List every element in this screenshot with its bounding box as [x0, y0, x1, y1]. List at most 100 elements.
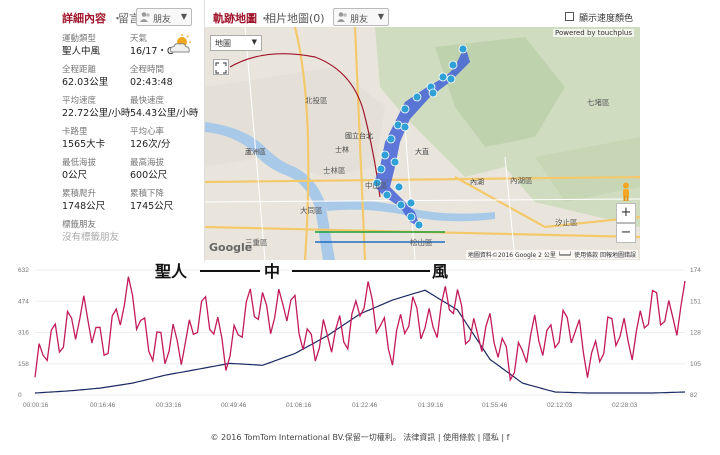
stat-item: 全程時間 02:43:48 [130, 65, 192, 89]
title-rule [200, 270, 260, 272]
map-place-label: 士林區 [323, 166, 346, 175]
stat-value: 54.43公里/小時 [130, 108, 199, 119]
route-marker[interactable] [380, 150, 390, 160]
stat-value: 1565大卡 [62, 139, 106, 150]
speed-color-checkbox[interactable] [565, 12, 574, 21]
route-marker[interactable] [406, 198, 416, 208]
powered-by-label: Powered by touchplus [552, 29, 634, 37]
right-axis-tick: 105 [690, 361, 701, 368]
friend-select-label: 朋友 [153, 15, 172, 25]
map-place-label: 汐止區 [555, 218, 578, 227]
x-axis-tick: 01:06:16 [286, 402, 312, 409]
map-type-label: 地圖 [215, 39, 231, 48]
chevron-down-icon: ▼ [180, 12, 187, 21]
x-axis-tick: 00:33:16 [156, 402, 182, 409]
map-place-label: 大直 [415, 148, 429, 156]
route-marker[interactable] [414, 220, 424, 230]
route-marker[interactable] [394, 182, 404, 192]
stat-label: 標籤朋友 [62, 220, 97, 230]
right-axis-tick: 128 [690, 330, 701, 337]
zoom-in-button[interactable]: + [616, 203, 636, 223]
stat-label: 累積下降 [130, 189, 165, 199]
stat-item: 平均速度 22.72公里/小時 [62, 96, 131, 120]
x-axis-tick: 01:22:46 [352, 402, 378, 409]
route-marker[interactable] [438, 72, 448, 82]
google-logo: Google [209, 241, 253, 254]
stat-label: 全程時間 [130, 65, 165, 75]
left-axis-tick: 0 [18, 392, 22, 399]
map-place-label: 中山區 [365, 181, 388, 190]
route-marker[interactable] [446, 74, 456, 84]
stat-item: 運動類型 聖人中風 [62, 34, 124, 58]
chart-title-part-1: 聖人 [155, 262, 188, 281]
right-axis-tick: 174 [690, 267, 701, 274]
left-axis-tick: 158 [18, 361, 29, 368]
route-marker[interactable] [386, 134, 396, 144]
friends-icon [337, 12, 347, 22]
photo-map-tab[interactable]: 相片地圖(0) [265, 10, 325, 26]
chart-title-part-2: 中 [264, 262, 281, 281]
stat-label: 平均心率 [130, 127, 165, 137]
details-tab[interactable]: 詳細內容 [62, 10, 106, 26]
track-map-tab[interactable]: 軌跡地圖 [213, 10, 257, 26]
right-axis-tick: 151 [690, 298, 701, 305]
pegman-icon[interactable] [620, 182, 632, 202]
stat-value: 22.72公里/小時 [62, 108, 131, 119]
map-place-label: 國立台北 [345, 132, 373, 140]
stat-value: 1745公尺 [130, 201, 174, 212]
cloudy-sun-icon [169, 34, 191, 53]
x-axis-tick: 02:28:03 [612, 402, 638, 409]
stat-value: 1748公尺 [62, 201, 106, 212]
route-marker[interactable] [382, 190, 392, 200]
route-marker[interactable] [400, 104, 410, 114]
stat-value: 聖人中風 [62, 46, 101, 57]
x-axis-tick: 00:16:46 [90, 402, 116, 409]
stat-label: 平均速度 [62, 96, 97, 106]
x-axis-tick: 01:39:16 [418, 402, 444, 409]
map-place-label: 大同區 [300, 206, 323, 215]
stat-item: 平均心率 126次/分 [130, 127, 192, 151]
map-canvas[interactable]: 北投區 士林區 大同區 中山區 松山區 內湖區 汐止區 七堵區 三重區 蘆洲區 國立台北 大直 內湖 士林… [205, 27, 640, 260]
route-marker[interactable] [400, 122, 410, 132]
title-rule [292, 270, 430, 272]
map-header: 軌跡地圖 ・ 相片地圖(0) [205, 6, 640, 28]
route-marker[interactable] [390, 157, 400, 167]
route-marker[interactable] [396, 200, 406, 210]
route-marker[interactable] [406, 212, 416, 222]
route-marker[interactable] [376, 164, 386, 174]
x-axis-tick: 00:49:46 [221, 402, 247, 409]
stat-value: 0公尺 [62, 170, 88, 181]
map-place-label: 松山區 [410, 238, 433, 247]
left-axis-tick: 316 [18, 330, 29, 337]
map-place-label: 內湖區 [510, 176, 533, 185]
route-marker[interactable] [458, 44, 468, 54]
route-marker[interactable] [448, 60, 458, 70]
fullscreen-button[interactable] [213, 59, 229, 75]
track-map-panel: 軌跡地圖 ・ 相片地圖(0) 朋友 ▼ 北投區 士林區 大同區 中山區 松山區 … [205, 0, 640, 262]
map-attribution: 地圖資料©2016 Google 2 公里 ┕━━┙ 使用條款 回報地圖錯誤 [465, 250, 638, 259]
right-axis-tick: 82 [690, 392, 698, 399]
heart-rate-line [34, 276, 686, 382]
map-place-label: 蘆洲區 [245, 148, 266, 156]
map-place-label: 內湖 [470, 178, 484, 186]
map-type-select[interactable]: 地圖 ▼ [210, 35, 262, 51]
friends-icon [140, 12, 150, 22]
zoom-out-button[interactable]: − [616, 223, 636, 243]
chevron-down-icon: ▼ [251, 38, 257, 46]
details-friend-select[interactable]: 朋友 ▼ [136, 8, 192, 26]
stat-label: 運動類型 [62, 34, 97, 44]
speed-color-label: 顯示速度顏色 [579, 14, 634, 24]
stat-item: 最高海拔 600公尺 [130, 158, 192, 182]
map-friend-select[interactable]: 朋友 ▼ [333, 8, 389, 26]
stat-item: 累積下降 1745公尺 [130, 189, 192, 213]
stat-item: 標籤朋友 沒有標籤朋友 [62, 220, 124, 244]
route-marker[interactable] [428, 88, 438, 98]
chevron-down-icon: ▼ [377, 12, 384, 21]
page-footer: © 2016 TomTom International BV.保留一切權利。 法… [210, 433, 510, 442]
route-marker[interactable] [412, 92, 422, 102]
left-axis-tick: 632 [18, 267, 29, 274]
stat-item: 全程距離 62.03公里 [62, 65, 124, 89]
stat-item: 卡路里 1565大卡 [62, 127, 124, 151]
stat-label: 全程距離 [62, 65, 97, 75]
stat-label: 累積爬升 [62, 189, 97, 199]
